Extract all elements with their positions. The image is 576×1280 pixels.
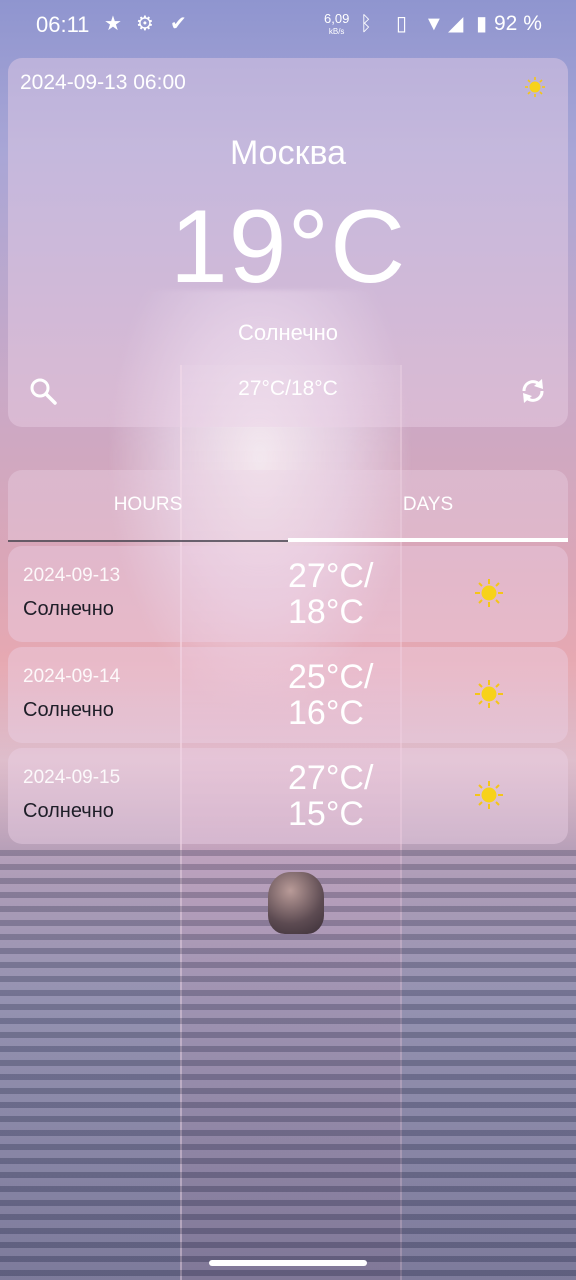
forecast-temperature: 25°C/ 16°C <box>288 659 373 731</box>
forecast-low: 18°C <box>288 593 364 631</box>
forecast-day-card[interactable]: 2024-09-14 Солнечно 25°C/ 16°C <box>8 647 568 743</box>
bluetooth-icon: ᛒ <box>360 13 372 35</box>
network-speed: 6,09 kB/s <box>324 12 349 38</box>
wifi-icon: ▼ <box>424 13 444 35</box>
forecast-date: 2024-09-15 <box>23 767 121 788</box>
network-speed-unit: kB/s <box>328 27 345 36</box>
sun-icon <box>525 77 545 97</box>
tab-hours[interactable]: HOURS <box>8 470 288 542</box>
background-rock <box>268 872 324 934</box>
current-temperature: 19°C <box>169 189 407 305</box>
forecast-temperature: 27°C/ 18°C <box>288 558 373 630</box>
forecast-tabs: HOURS DAYS <box>8 470 568 542</box>
temperature-range: 27°C/18°C <box>238 377 338 400</box>
current-weather-card: 2024-09-13 06:00 Москва 19°C Солнечно 27… <box>8 58 568 427</box>
forecast-condition: Солнечно <box>23 699 114 721</box>
home-indicator[interactable] <box>209 1260 367 1266</box>
settings-icon: ⚙ <box>136 13 154 35</box>
forecast-high: 25°C/ <box>288 658 374 696</box>
star-icon: ★ <box>104 13 122 35</box>
sun-icon <box>475 579 503 607</box>
signal-icon: ◢ <box>448 13 464 35</box>
forecast-high: 27°C/ <box>288 557 374 595</box>
current-datetime: 2024-09-13 06:00 <box>20 71 186 94</box>
forecast-temperature: 27°C/ 15°C <box>288 760 373 832</box>
vibrate-icon: ▯ <box>396 13 408 35</box>
check-icon: ✔ <box>170 13 187 35</box>
forecast-low: 15°C <box>288 795 364 833</box>
forecast-date: 2024-09-14 <box>23 666 121 687</box>
forecast-day-card[interactable]: 2024-09-13 Солнечно 27°C/ 18°C <box>8 546 568 642</box>
battery-percent: 92 % <box>494 12 542 35</box>
network-speed-value: 6,09 <box>324 11 350 26</box>
refresh-icon[interactable] <box>518 376 548 406</box>
city-name: Москва <box>229 134 347 172</box>
current-condition: Солнечно <box>238 320 338 345</box>
sun-icon <box>475 680 503 708</box>
sun-icon <box>475 781 503 809</box>
forecast-low: 16°C <box>288 694 364 732</box>
status-bar: 06:11 ★ ⚙ ✔ 6,09 kB/s ᛒ ▯ ▼ ◢ ▮ 92 % <box>0 0 576 50</box>
forecast-date: 2024-09-13 <box>23 565 121 586</box>
status-time: 06:11 <box>36 12 90 37</box>
tab-days[interactable]: DAYS <box>288 470 568 542</box>
forecast-condition: Солнечно <box>23 800 114 822</box>
battery-icon: ▮ <box>476 13 488 35</box>
forecast-high: 27°C/ <box>288 759 374 797</box>
forecast-condition: Солнечно <box>23 598 114 620</box>
forecast-day-card[interactable]: 2024-09-15 Солнечно 27°C/ 15°C <box>8 748 568 844</box>
